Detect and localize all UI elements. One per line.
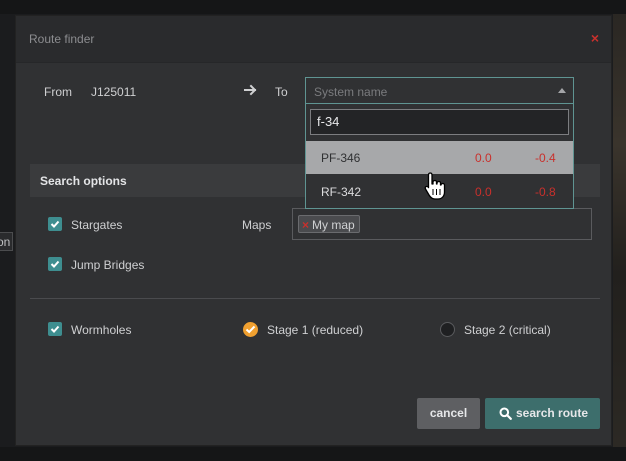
stargates-label: Stargates — [71, 218, 123, 232]
maps-label: Maps — [242, 218, 272, 232]
option-security-value: 0.0 — [475, 151, 492, 165]
arrow-right-icon — [244, 84, 257, 96]
dialog-title: Route finder — [29, 32, 95, 46]
background-top — [0, 0, 626, 14]
to-system-select[interactable]: System name — [305, 77, 574, 104]
divider — [30, 298, 600, 299]
stage1-radio[interactable] — [243, 322, 258, 337]
background-map-edge — [613, 14, 626, 447]
stage2-radio[interactable] — [440, 322, 455, 337]
check-icon — [50, 260, 60, 268]
maps-select[interactable]: × My map — [292, 208, 592, 240]
option-security-value: 0.0 — [475, 185, 492, 199]
cancel-button[interactable]: cancel — [417, 398, 480, 429]
search-options-title: Search options — [40, 174, 127, 188]
stage2-label: Stage 2 (critical) — [464, 323, 551, 337]
map-tag: × My map — [298, 215, 360, 233]
hand-cursor-icon — [424, 172, 446, 200]
jump-bridges-label: Jump Bridges — [71, 258, 145, 272]
map-tag-label: My map — [312, 218, 355, 232]
from-system-value: J125011 — [91, 85, 137, 99]
to-system-placeholder: System name — [314, 85, 388, 99]
route-finder-dialog: Route finder × From J125011 To System na… — [15, 15, 612, 446]
wormholes-label: Wormholes — [71, 323, 132, 337]
search-route-button[interactable]: search route — [485, 398, 600, 429]
check-icon — [50, 325, 60, 333]
background-bottom — [0, 447, 626, 461]
search-icon — [499, 407, 512, 420]
caret-up-icon — [558, 88, 566, 93]
option-system-name: RF-342 — [321, 185, 362, 199]
jump-bridges-checkbox[interactable] — [48, 257, 62, 271]
option-true-security-value: -0.4 — [535, 151, 556, 165]
option-system-name: PF-346 — [321, 151, 361, 165]
stargates-checkbox[interactable] — [48, 217, 62, 231]
remove-tag-icon[interactable]: × — [302, 218, 309, 232]
search-route-label: search route — [516, 406, 589, 420]
to-label: To — [275, 85, 288, 99]
dialog-header: Route finder × — [16, 16, 611, 63]
close-icon[interactable]: × — [591, 30, 599, 46]
stage1-label: Stage 1 (reduced) — [267, 323, 364, 337]
from-label: From — [44, 85, 72, 99]
check-icon — [245, 325, 256, 334]
wormholes-checkbox[interactable] — [48, 322, 62, 336]
system-search-input[interactable]: f-34 — [310, 109, 569, 135]
option-true-security-value: -0.8 — [535, 185, 556, 199]
check-icon — [50, 220, 60, 228]
background-partial-label: on — [0, 232, 13, 251]
dropdown-option[interactable]: PF-346 0.0 -0.4 — [306, 141, 573, 174]
